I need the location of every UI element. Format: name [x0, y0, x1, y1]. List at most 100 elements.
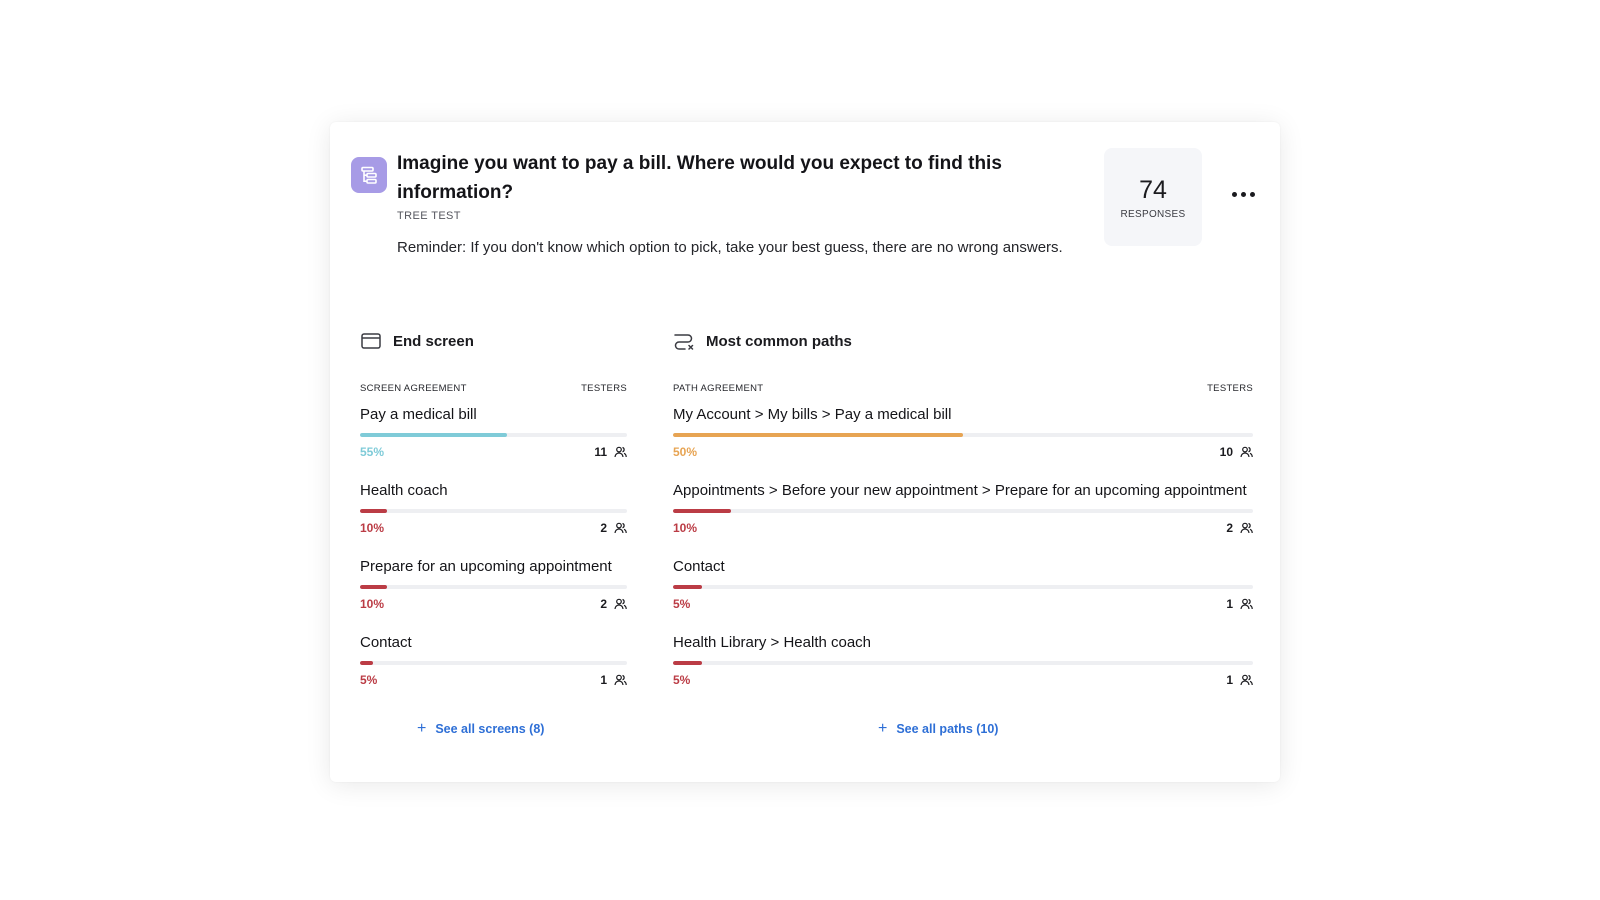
- question-description: Reminder: If you don't know which option…: [397, 239, 1063, 256]
- see-all-paths-label: See all paths (10): [896, 722, 999, 736]
- end-screen-column-headers: SCREEN AGREEMENT TESTERS: [360, 383, 627, 394]
- agreement-bar-track: [673, 585, 1253, 589]
- agreement-percent: 50%: [673, 445, 698, 459]
- users-icon: [1240, 598, 1253, 610]
- agreement-bar-track: [360, 661, 627, 665]
- question-title: Imagine you want to pay a bill. Where wo…: [397, 153, 1002, 203]
- agreement-bar-track: [360, 509, 627, 513]
- screen-agreement-header: SCREEN AGREEMENT: [360, 383, 467, 394]
- result-row[interactable]: Contact 5% 1: [673, 557, 1253, 633]
- agreement-bar-fill: [673, 509, 731, 513]
- agreement-bar-fill: [673, 585, 702, 589]
- row-meta: 10% 2: [360, 521, 627, 535]
- common-paths-title: Most common paths: [706, 332, 852, 350]
- testers-count: 1: [1226, 597, 1253, 611]
- row-label: Pay a medical bill: [360, 406, 477, 423]
- testers-count-value: 1: [1226, 597, 1233, 611]
- more-dot-icon: [1249, 191, 1255, 197]
- agreement-bar-track: [673, 509, 1253, 513]
- agreement-percent: 55%: [360, 445, 385, 459]
- agreement-percent: 10%: [673, 521, 698, 535]
- responses-count-box: 74 RESPONSES: [1104, 148, 1202, 246]
- users-icon: [614, 598, 627, 610]
- result-row[interactable]: Health coach 10% 2: [360, 481, 627, 557]
- row-label: Prepare for an upcoming appointment: [360, 558, 612, 575]
- users-icon: [614, 522, 627, 534]
- agreement-percent: 5%: [673, 673, 691, 687]
- agreement-bar-fill: [360, 433, 507, 437]
- agreement-bar-fill: [673, 661, 702, 665]
- path-rows: My Account > My bills > Pay a medical bi…: [673, 405, 1253, 709]
- path-agreement-header: PATH AGREEMENT: [673, 383, 764, 394]
- row-label: Contact: [360, 634, 412, 651]
- see-all-screens-link[interactable]: + See all screens (8): [417, 720, 545, 737]
- testers-count: 2: [1226, 521, 1253, 535]
- testers-count-value: 10: [1219, 445, 1233, 459]
- row-meta: 10% 2: [360, 597, 627, 611]
- more-options-button[interactable]: [1228, 182, 1258, 206]
- responses-label: RESPONSES: [1120, 208, 1186, 220]
- paths-column-headers: PATH AGREEMENT TESTERS: [673, 383, 1253, 394]
- row-meta: 5% 1: [673, 597, 1253, 611]
- tree-test-result-card: Imagine you want to pay a bill. Where wo…: [330, 122, 1280, 782]
- see-all-screens-label: See all screens (8): [435, 722, 545, 736]
- agreement-bar-track: [360, 585, 627, 589]
- testers-count: 1: [1226, 673, 1253, 687]
- row-meta: 10% 2: [673, 521, 1253, 535]
- more-dot-icon: [1240, 191, 1246, 197]
- result-row[interactable]: Appointments > Before your new appointme…: [673, 481, 1253, 557]
- users-icon: [1240, 674, 1253, 686]
- users-icon: [1240, 446, 1253, 458]
- agreement-bar-track: [673, 433, 1253, 437]
- plus-icon: +: [417, 720, 427, 737]
- agreement-bar-fill: [673, 433, 963, 437]
- agreement-bar-fill: [360, 585, 387, 589]
- result-row[interactable]: Contact 5% 1: [360, 633, 627, 709]
- row-label: Contact: [673, 558, 725, 575]
- row-meta: 5% 1: [360, 673, 627, 687]
- testers-count: 2: [600, 597, 627, 611]
- testers-count: 1: [600, 673, 627, 687]
- common-paths-header: Most common paths: [673, 327, 1253, 355]
- agreement-bar-fill: [360, 661, 374, 665]
- end-screen-header: End screen: [360, 327, 627, 355]
- more-dot-icon: [1231, 191, 1237, 197]
- end-screen-title: End screen: [393, 332, 474, 350]
- path-icon: [673, 330, 695, 352]
- result-row[interactable]: Pay a medical bill 55% 11: [360, 405, 627, 481]
- end-screen-section: End screen SCREEN AGREEMENT TESTERS Pay …: [360, 327, 627, 709]
- result-row[interactable]: Health Library > Health coach 5% 1: [673, 633, 1253, 709]
- testers-count: 11: [594, 445, 627, 459]
- agreement-percent: 5%: [673, 597, 691, 611]
- responses-count: 74: [1139, 175, 1167, 204]
- result-row[interactable]: My Account > My bills > Pay a medical bi…: [673, 405, 1253, 481]
- agreement-percent: 5%: [360, 673, 378, 687]
- users-icon: [614, 674, 627, 686]
- see-all-paths-link[interactable]: + See all paths (10): [878, 720, 999, 737]
- testers-count: 10: [1220, 445, 1253, 459]
- tree-test-icon: [351, 157, 387, 193]
- plus-icon: +: [878, 720, 888, 737]
- agreement-percent: 10%: [360, 597, 385, 611]
- users-icon: [1240, 522, 1253, 534]
- testers-count-value: 2: [1226, 521, 1233, 535]
- agreement-bar-track: [673, 661, 1253, 665]
- testers-count-value: 1: [1226, 673, 1233, 687]
- screen-icon: [360, 330, 382, 352]
- row-label: Health Library > Health coach: [673, 634, 872, 651]
- users-icon: [614, 446, 627, 458]
- testers-count-value: 2: [600, 597, 607, 611]
- testers-count-value: 2: [600, 521, 607, 535]
- row-meta: 55% 11: [360, 445, 627, 459]
- row-meta: 50% 10: [673, 445, 1253, 459]
- testers-header: TESTERS: [1207, 383, 1253, 394]
- end-screen-rows: Pay a medical bill 55% 11 Health coach 10% 2 P…: [360, 405, 627, 709]
- testers-count-value: 1: [600, 673, 607, 687]
- row-label: Appointments > Before your new appointme…: [673, 482, 1247, 499]
- question-type: TREE TEST: [397, 210, 461, 222]
- row-label: My Account > My bills > Pay a medical bi…: [673, 406, 952, 423]
- common-paths-section: Most common paths PATH AGREEMENT TESTERS…: [673, 327, 1253, 709]
- agreement-bar-fill: [360, 509, 387, 513]
- testers-count-value: 11: [594, 445, 607, 459]
- result-row[interactable]: Prepare for an upcoming appointment 10% 2: [360, 557, 627, 633]
